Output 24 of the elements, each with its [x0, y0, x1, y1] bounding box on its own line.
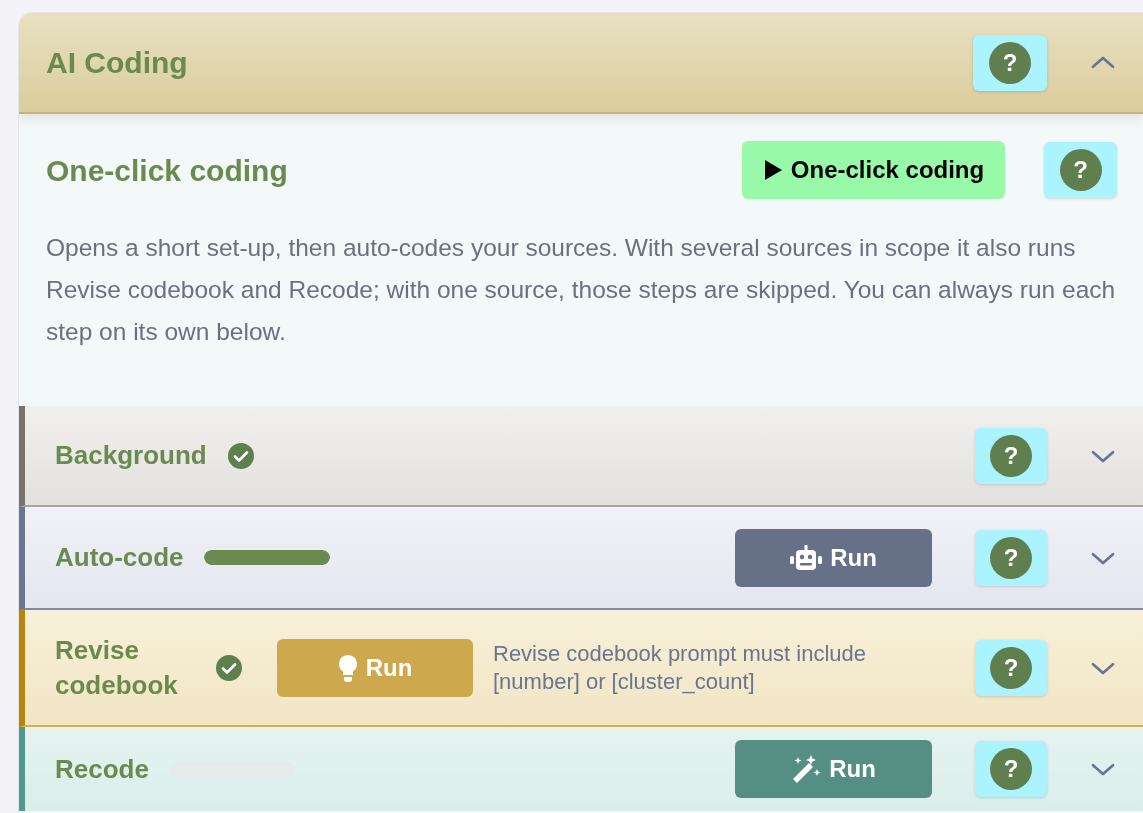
step-title: Recode [55, 752, 149, 786]
play-icon [762, 159, 783, 181]
help-button[interactable]: ? [975, 639, 1047, 696]
section-heading: One-click coding [46, 152, 289, 189]
help-button[interactable]: ? [975, 741, 1047, 797]
robot-icon [790, 544, 823, 571]
description-text: Opens a short set-up, then auto-codes your sources. With several sources in scope it also runs Revise codebook and Recode; with one source, those steps are skipped. You can always run each step on its own below. [46, 233, 1117, 347]
step-title: Background [55, 439, 207, 472]
help-button[interactable]: ? [975, 427, 1047, 484]
step-header[interactable]: Auto-code Run ? [19, 507, 1143, 610]
one-click-button[interactable]: One-click coding [742, 141, 1005, 199]
run-button[interactable]: Run [735, 528, 932, 587]
help-button[interactable]: ? [1044, 142, 1117, 198]
warning-text: Revise codebook prompt must include [number] or [cluster_count] [493, 639, 867, 696]
run-button[interactable]: Run [735, 740, 932, 798]
step-title: Auto-code [55, 541, 184, 574]
help-button[interactable]: ? [975, 529, 1047, 586]
step-header[interactable]: Background ? [19, 406, 1143, 507]
magic-wand-icon [791, 755, 822, 783]
panel-title: AI Coding [46, 45, 189, 81]
step-header[interactable]: Revise codebook Run Revise codebook prompt must include [number] or [cluster_count] ? [19, 610, 1143, 727]
step-title: Revise codebook [55, 633, 179, 702]
lightbulb-icon [337, 653, 358, 682]
help-button[interactable]: ? [973, 34, 1047, 91]
